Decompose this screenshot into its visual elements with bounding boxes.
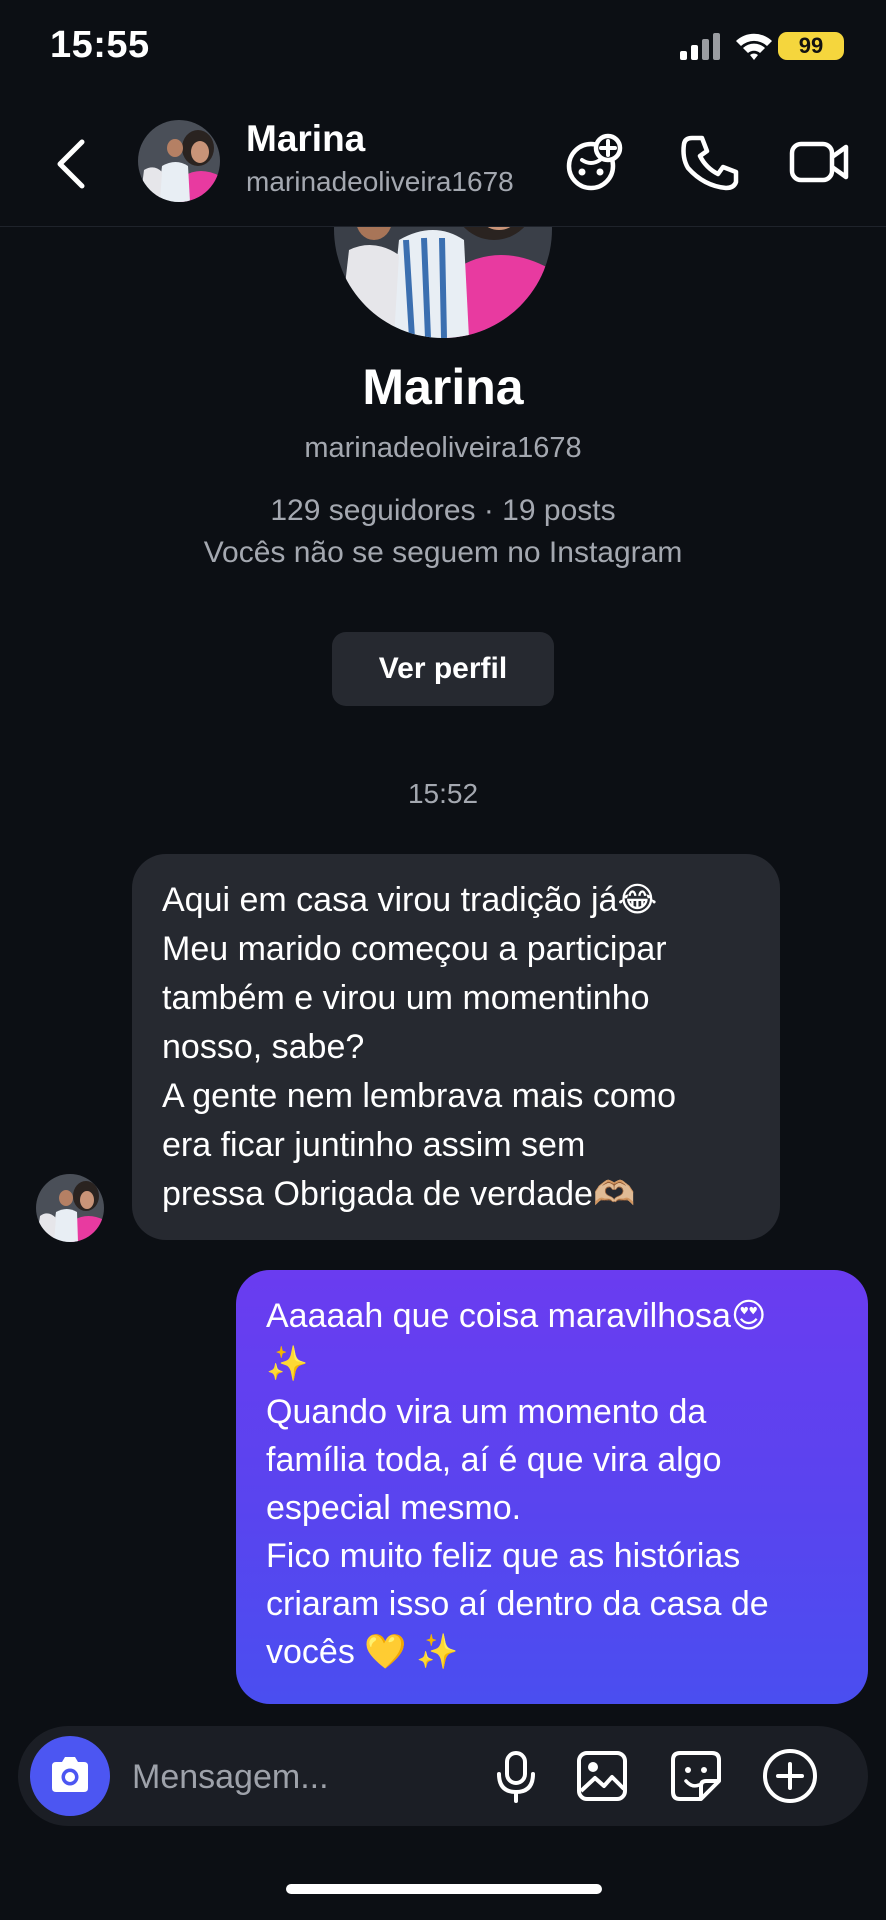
plus-icon[interactable] <box>760 1746 820 1806</box>
profile-name: Marina <box>362 359 524 415</box>
message-composer <box>18 1726 868 1826</box>
message-input[interactable] <box>130 1746 474 1808</box>
incoming-message-text: Aqui em casa virou tradição já😂 Meu mari… <box>162 881 677 1213</box>
follow-status: Vocês não se seguem no Instagram <box>203 536 683 569</box>
camera-icon <box>52 1757 88 1792</box>
battery-indicator: 99 <box>778 32 844 60</box>
header-avatar[interactable] <box>138 120 220 202</box>
view-profile-button[interactable]: Ver perfil <box>332 632 554 706</box>
microphone-icon[interactable] <box>488 1748 544 1804</box>
profile-stats: 129 seguidores · 19 posts <box>270 494 616 527</box>
sticker-icon[interactable] <box>668 1748 724 1804</box>
gallery-icon[interactable] <box>574 1748 630 1804</box>
camera-button[interactable] <box>30 1736 110 1816</box>
sender-avatar[interactable] <box>36 1174 104 1242</box>
chat-header: Marina marinadeoliveira1678 <box>0 100 886 227</box>
home-indicator[interactable] <box>286 1884 602 1894</box>
message-timestamp: 15:52 <box>407 778 479 809</box>
back-arrow-icon[interactable] <box>48 134 98 194</box>
outgoing-message-text: Aaaaah que coisa maravilhosa😍 ✨ Quando v… <box>266 1297 769 1671</box>
outgoing-message-bubble[interactable]: Aaaaah que coisa maravilhosa😍 ✨ Quando v… <box>236 1270 868 1704</box>
header-username[interactable]: marinadeoliveira1678 <box>246 166 514 198</box>
video-camera-icon[interactable] <box>784 130 854 194</box>
profile-username: marinadeoliveira1678 <box>304 432 582 464</box>
wifi-icon <box>736 33 772 60</box>
incoming-message-bubble[interactable]: Aqui em casa virou tradição já😂 Meu mari… <box>132 854 780 1240</box>
cellular-signal-icon <box>680 32 724 60</box>
game-controller-icon[interactable] <box>560 130 630 194</box>
header-name[interactable]: Marina <box>246 118 365 160</box>
phone-icon[interactable] <box>674 130 744 194</box>
status-time: 15:55 <box>50 24 150 66</box>
